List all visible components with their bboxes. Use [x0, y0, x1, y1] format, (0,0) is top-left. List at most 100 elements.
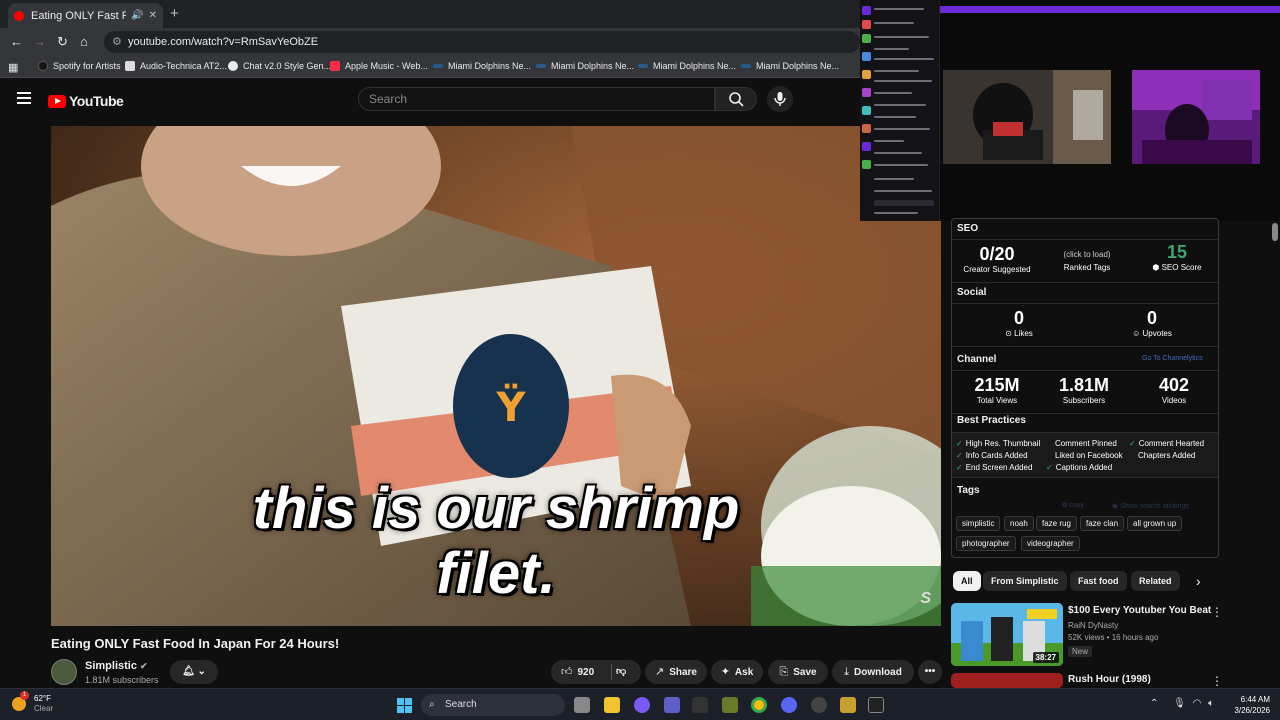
voice-search-button[interactable]: [767, 86, 793, 112]
league-of-legends-icon[interactable]: [840, 697, 856, 713]
thumbs-down-icon[interactable]: 👎︎: [616, 660, 626, 684]
capture-app-icon[interactable]: [868, 697, 884, 713]
audio-playing-icon[interactable]: 🔊: [131, 10, 143, 21]
chrome-icon[interactable]: [751, 697, 767, 713]
chat-message: [874, 212, 918, 214]
reload-icon[interactable]: ↻: [57, 34, 68, 50]
bookmark-item[interactable]: Spotify for Artists: [38, 61, 121, 71]
tag-chip[interactable]: faze rug: [1036, 516, 1077, 531]
like-button[interactable]: 👍︎ 920 👎︎: [551, 660, 641, 684]
bookmark-item[interactable]: Miami Dolphins Ne...: [536, 61, 634, 71]
teams-icon[interactable]: [664, 697, 680, 713]
copilot-icon[interactable]: [634, 697, 650, 713]
channel-avatar[interactable]: [51, 659, 77, 685]
capcut-icon[interactable]: [692, 697, 708, 713]
windows-start-icon[interactable]: [397, 698, 412, 713]
best-practice-item: ✓ High Res. Thumbnail: [956, 439, 1041, 448]
more-vertical-icon[interactable]: ⋮: [1211, 674, 1223, 688]
chevron-right-icon[interactable]: ›: [1196, 573, 1201, 589]
apps-grid-icon[interactable]: ▦: [8, 61, 18, 74]
more-actions-button[interactable]: •••: [918, 660, 942, 684]
discord-icon[interactable]: [781, 697, 797, 713]
tag-chip[interactable]: photographer: [956, 536, 1016, 551]
browser-toolbar: ← → ↻ ⌂ ⚙ youtube.com/watch?v=RmSavYeObZ…: [0, 28, 860, 56]
task-view-icon[interactable]: [574, 697, 590, 713]
taskbar-search[interactable]: ⌕ Search: [421, 694, 565, 716]
scrollbar-thumb[interactable]: [1272, 223, 1278, 241]
menu-hamburger-icon[interactable]: [17, 92, 31, 104]
seo-score-stat: 15 ⬢ SEO Score: [1152, 242, 1202, 272]
channel-watermark-icon[interactable]: S: [920, 590, 931, 608]
tag-chip[interactable]: faze clan: [1080, 516, 1125, 531]
system-tray[interactable]: ⌃ 🎙︎ ◠ 🔈︎: [1150, 698, 1214, 709]
chat-message: [874, 58, 934, 60]
caption-line-1: this is our shrimp: [252, 476, 740, 541]
tag-chip[interactable]: all grown up: [1127, 516, 1183, 531]
channel-name[interactable]: Simplistic ✔: [85, 660, 148, 672]
go-to-channelytics-link[interactable]: Go To Channelytics: [1142, 355, 1203, 362]
ask-button[interactable]: ✦ Ask: [711, 660, 763, 684]
recommendation-title[interactable]: Rush Hour (1998): [1068, 674, 1151, 685]
new-badge: New: [1068, 646, 1093, 657]
search-input[interactable]: Search: [358, 87, 715, 111]
bookmark-item[interactable]: Audio-Technica AT2...: [125, 61, 227, 71]
browser-tab-active[interactable]: Eating ONLY Fast Food In Ja 🔊 ✕: [8, 3, 163, 28]
address-bar[interactable]: ⚙ youtube.com/watch?v=RmSavYeObZE: [104, 31, 860, 53]
chip-related[interactable]: Related: [1131, 571, 1180, 591]
best-practice-item: ✓ End Screen Added: [956, 463, 1033, 472]
system-clock[interactable]: 6:44 AM 3/26/2026: [1226, 694, 1270, 716]
best-practice-item: Chapters Added: [1138, 451, 1196, 460]
chip-all[interactable]: All: [953, 571, 981, 591]
chat-badge-icon: [862, 20, 871, 29]
video-duration: 38:27: [1032, 652, 1059, 663]
seo-heading: SEO: [957, 223, 979, 234]
bookmark-item[interactable]: Miami Dolphins Ne...: [741, 61, 839, 71]
minecraft-icon[interactable]: [722, 697, 738, 713]
file-explorer-icon[interactable]: [604, 697, 620, 713]
copy-tags-button[interactable]: ⧉ copy: [1062, 502, 1084, 510]
obs-icon[interactable]: [811, 697, 827, 713]
chat-message: [874, 36, 929, 38]
recommendation-thumbnail[interactable]: 38:27: [951, 603, 1063, 666]
save-button[interactable]: ⎘ Save: [768, 660, 828, 684]
videos-stat: 402 Videos: [1158, 375, 1190, 405]
bookmark-item[interactable]: Apple Music - Web...: [330, 61, 428, 71]
show-search-rankings-button[interactable]: ◉ Show search rankings: [1112, 502, 1189, 510]
chip-from-simplistic[interactable]: From Simplistic: [983, 571, 1067, 591]
seo-extension-panel: SEO 0/20 Creator Suggested (click to loa…: [951, 218, 1219, 558]
notifications-bell-button[interactable]: 🔔︎ ⌄: [170, 660, 218, 684]
chat-input[interactable]: [874, 200, 934, 206]
tag-chip[interactable]: simplistic: [956, 516, 1001, 531]
site-info-icon[interactable]: ⚙: [112, 31, 122, 53]
search-button[interactable]: [715, 87, 757, 111]
recommendation-title[interactable]: $100 Every Youtuber You Beat: [1068, 605, 1211, 616]
volume-icon[interactable]: 🔈︎: [1208, 698, 1214, 709]
video-player[interactable]: Ÿ this is our shrimp filet. S: [51, 126, 941, 626]
page-scrollbar[interactable]: [1270, 221, 1280, 689]
ranked-tags-stat[interactable]: (click to load) Ranked Tags: [1047, 250, 1127, 272]
microphone-icon[interactable]: 🎙︎: [1173, 698, 1186, 709]
bookmark-item[interactable]: Miami Dolphins Ne...: [638, 61, 736, 71]
share-button[interactable]: ↗ Share: [645, 660, 707, 684]
wifi-icon[interactable]: ◠: [1193, 698, 1202, 709]
close-tab-icon[interactable]: ✕: [149, 10, 157, 21]
back-arrow-icon[interactable]: ←: [10, 34, 23, 49]
forward-arrow-icon[interactable]: →: [33, 34, 46, 49]
youtube-logo[interactable]: YouTube: [48, 93, 124, 109]
best-practice-item: Comment Pinned: [1055, 439, 1117, 448]
recommendation-channel[interactable]: RaiN DyNasty: [1068, 621, 1118, 630]
youtube-logo-text: YouTube: [69, 93, 124, 109]
more-vertical-icon[interactable]: ⋮: [1211, 605, 1223, 619]
chat-badge-icon: [862, 70, 871, 79]
new-tab-icon[interactable]: +: [170, 5, 179, 22]
recommendation-thumbnail[interactable]: [951, 673, 1063, 688]
chevron-up-icon[interactable]: ⌃: [1150, 698, 1158, 709]
download-button[interactable]: ⤓ Download: [832, 660, 914, 684]
bookmark-item[interactable]: Miami Dolphins Ne...: [433, 61, 531, 71]
tag-chip[interactable]: noah: [1004, 516, 1034, 531]
home-icon[interactable]: ⌂: [80, 34, 88, 49]
tag-chip[interactable]: videographer: [1021, 536, 1080, 551]
bookmark-item[interactable]: Chat v2.0 Style Gen...: [228, 61, 331, 71]
chip-fast-food[interactable]: Fast food: [1070, 571, 1127, 591]
more-horizontal-icon: •••: [924, 666, 936, 677]
